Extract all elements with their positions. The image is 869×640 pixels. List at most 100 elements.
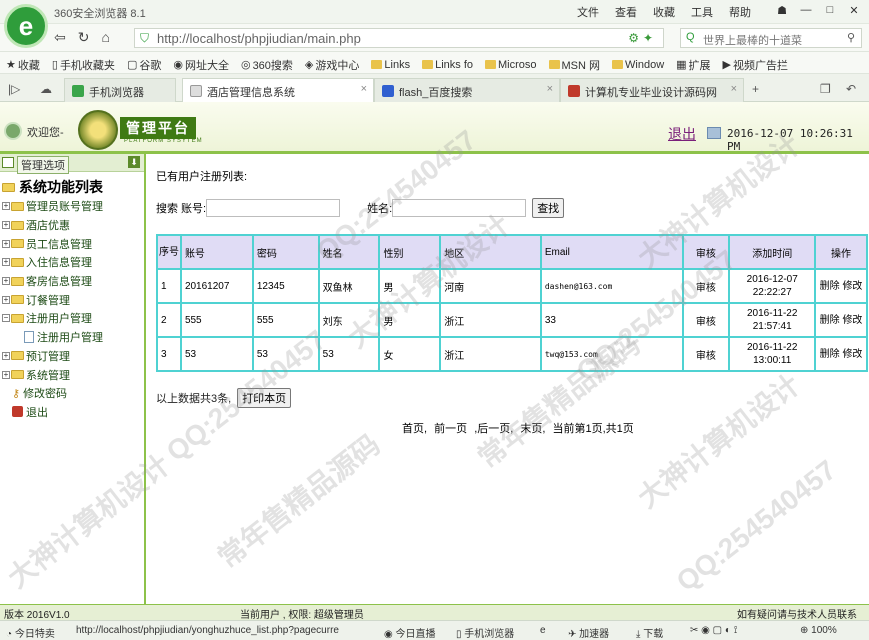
welcome-text: 欢迎您-: [27, 127, 64, 139]
zoom-control[interactable]: ⊕ 100%: [800, 625, 837, 636]
fav-microsoft[interactable]: Microso: [485, 56, 537, 73]
search-button[interactable]: 查找: [532, 198, 565, 218]
account-label: 搜索 账号:: [156, 203, 207, 215]
accelerator-link[interactable]: ✈ 加速器: [568, 625, 609, 640]
menu-file[interactable]: 文件: [577, 4, 599, 20]
cell-password: 12345: [251, 268, 320, 304]
ie-icon[interactable]: e: [540, 625, 546, 636]
close-icon[interactable]: ✕: [847, 4, 861, 20]
url-input[interactable]: ⛉ http://localhost/phpjiudian/main.php ⚙…: [134, 28, 664, 48]
sidebar-item-rooms[interactable]: + 客房信息管理: [0, 272, 144, 291]
fav-mobile[interactable]: ▯ 手机收藏夹: [52, 56, 115, 73]
sidebar-item-registered-users-manage[interactable]: 注册用户管理: [0, 328, 144, 347]
sidebar-item-change-password[interactable]: ⚷ 修改密码: [0, 384, 144, 403]
maximize-icon[interactable]: □: [823, 4, 837, 20]
folder-icon: [11, 276, 24, 286]
new-tab-icon[interactable]: +: [752, 82, 759, 96]
sidebar-item-meal-orders[interactable]: + 订餐管理: [0, 290, 144, 309]
delete-link[interactable]: 删除: [820, 349, 840, 360]
folder-icon: [548, 60, 560, 69]
close-tab-icon[interactable]: ×: [547, 83, 553, 95]
cell-email: twq@153.com: [539, 336, 684, 372]
cloud-icon[interactable]: ☁: [40, 82, 52, 96]
browser-search-input[interactable]: Q 世界上最棒的十道菜 ⚲: [680, 28, 862, 48]
fav-google[interactable]: ▢ 谷歌: [127, 56, 161, 73]
close-tab-icon[interactable]: ×: [361, 83, 367, 95]
fav-games[interactable]: ◈ 游戏中心: [305, 56, 359, 73]
menu-favorites[interactable]: 收藏: [653, 4, 675, 20]
download-link[interactable]: ⤓ 下载: [636, 625, 663, 640]
table-row: 3 53 53 53 女 浙江 twq@153.com 审核 2016-11-2…: [156, 336, 868, 372]
logout-link[interactable]: 退出: [668, 124, 696, 144]
url-actions-icon[interactable]: ⚙✦: [628, 31, 657, 45]
tools-icon[interactable]: ✂ ◉ ▢ ◐ ⟟: [690, 625, 737, 636]
close-tab-icon[interactable]: ×: [731, 83, 737, 95]
cell-account: 53: [179, 336, 254, 372]
cell-audit[interactable]: 审核: [681, 302, 731, 338]
home-icon[interactable]: ⌂: [101, 29, 109, 46]
tab-baidu[interactable]: flash_百度搜索 ×: [374, 78, 560, 102]
sidebar-item-reservations[interactable]: + 预订管理: [0, 347, 144, 366]
sidebar-item-hotel-discounts[interactable]: + 酒店优惠: [0, 216, 144, 235]
fav-360search[interactable]: ◎ 360搜索: [241, 56, 293, 73]
refresh-icon[interactable]: ↻: [78, 29, 90, 46]
edit-link[interactable]: 修改: [842, 315, 862, 326]
cell-region: 河南: [439, 268, 542, 304]
tab-mobile-browser[interactable]: 手机浏览器: [64, 78, 176, 102]
back-icon[interactable]: ⇦: [54, 29, 66, 46]
sidebar-item-registered-users[interactable]: − 注册用户管理: [0, 309, 144, 328]
col-name: 姓名: [317, 234, 381, 270]
mobile-browser-link[interactable]: ▯ 手机浏览器: [456, 625, 514, 640]
sidebar-item-system[interactable]: + 系统管理: [0, 365, 144, 384]
delete-link[interactable]: 删除: [820, 281, 840, 292]
platform-title: 管理平台: [120, 117, 196, 139]
today-sale-link[interactable]: ◔ 今日特卖: [6, 625, 55, 640]
cell-audit[interactable]: 审核: [681, 336, 731, 372]
tab-list-icon[interactable]: ❐: [820, 82, 831, 96]
col-add-time: 添加时间: [728, 234, 817, 270]
browser-logo-icon[interactable]: e: [4, 4, 48, 48]
sidebar-item-admin-accounts[interactable]: + 管理员账号管理: [0, 197, 144, 216]
sidebar-item-exit[interactable]: 退出: [0, 403, 144, 422]
minimize-icon[interactable]: —: [799, 4, 813, 20]
delete-link[interactable]: 删除: [820, 315, 840, 326]
menu-help[interactable]: 帮助: [729, 4, 751, 20]
expand-icon: +: [2, 369, 10, 379]
tab-source-site[interactable]: 计算机专业毕业设计源码网 ×: [560, 78, 744, 102]
first-page-link[interactable]: 首页,: [402, 423, 427, 435]
collapse-icon[interactable]: ⬇: [128, 156, 140, 168]
print-button[interactable]: 打印本页: [237, 388, 292, 408]
cell-audit[interactable]: 审核: [681, 268, 731, 304]
sidebar-toggle-icon[interactable]: |▷: [8, 82, 20, 96]
menu-tools[interactable]: 工具: [691, 4, 713, 20]
tab-hotel-system[interactable]: 酒店管理信息系统 ×: [182, 78, 374, 102]
cell-no: 1: [156, 268, 182, 304]
prev-page-link[interactable]: 前一页: [434, 423, 467, 435]
live-link[interactable]: ◉ 今日直播: [384, 625, 436, 640]
skin-icon[interactable]: ☗: [775, 4, 789, 20]
sidebar-item-checkin[interactable]: + 入住信息管理: [0, 253, 144, 272]
cell-password: 555: [251, 302, 320, 338]
cell-no: 3: [156, 336, 182, 372]
next-page-link[interactable]: ,后一页,: [474, 423, 513, 435]
fav-links[interactable]: Links: [371, 56, 410, 73]
user-permission-text: 当前用户 , 权限: 超级管理员: [240, 610, 364, 621]
edit-link[interactable]: 修改: [842, 281, 862, 292]
menu-view[interactable]: 查看: [615, 4, 637, 20]
undo-close-icon[interactable]: ↶: [846, 82, 856, 96]
name-search-input[interactable]: [392, 199, 527, 217]
fav-collect[interactable]: ★ 收藏: [6, 56, 40, 73]
fav-adblock[interactable]: ▶ 视频广告拦: [723, 56, 788, 73]
fav-extensions[interactable]: ▦ 扩展: [676, 56, 710, 73]
fav-links-fo[interactable]: Links fo: [422, 56, 473, 73]
last-page-link[interactable]: 末页,: [520, 423, 545, 435]
sidebar-item-staff[interactable]: + 员工信息管理: [0, 234, 144, 253]
fav-hao[interactable]: ◉ 网址大全: [173, 56, 229, 73]
edit-link[interactable]: 修改: [842, 349, 862, 360]
account-search-input[interactable]: [206, 199, 341, 217]
fav-windows[interactable]: Window: [612, 56, 664, 73]
browser-menu: 文件 查看 收藏 工具 帮助 ☗ — □ ✕: [577, 4, 861, 20]
fav-msn[interactable]: MSN 网: [548, 56, 600, 73]
search-icon[interactable]: ⚲: [847, 31, 855, 44]
help-text: 如有疑问请与技术人员联系: [737, 610, 857, 621]
